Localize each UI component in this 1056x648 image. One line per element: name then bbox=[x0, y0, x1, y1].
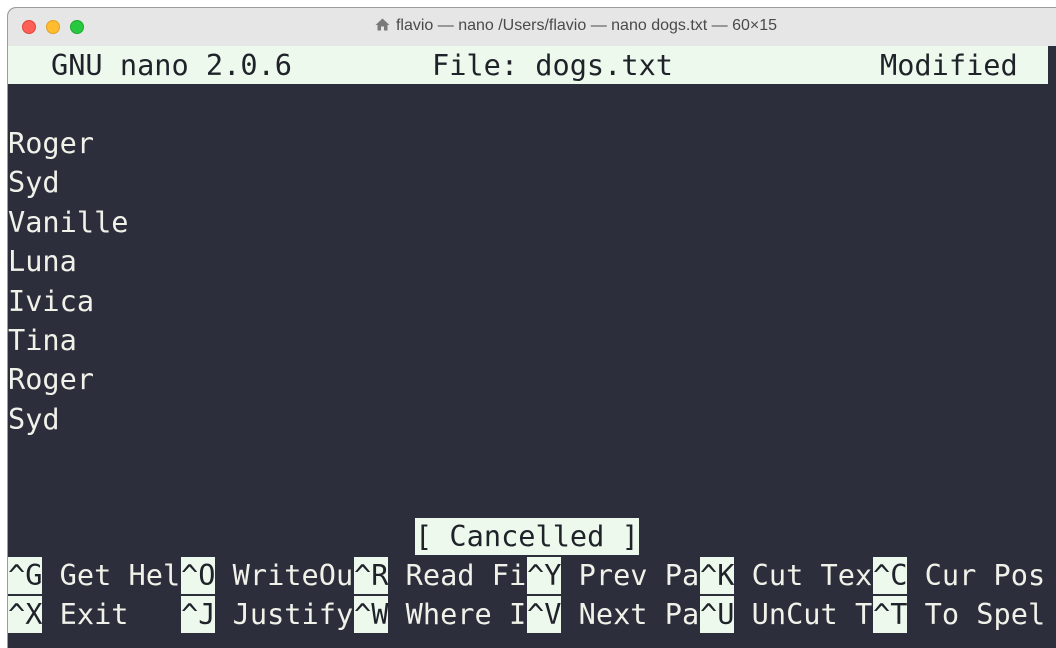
file-line[interactable]: Syd bbox=[8, 163, 60, 202]
shortcut-get-help[interactable]: ^G Get Hel bbox=[8, 556, 180, 595]
file-line[interactable]: Vanille bbox=[8, 203, 129, 242]
status-message: [ Cancelled ] bbox=[415, 518, 639, 555]
file-line[interactable]: Roger bbox=[8, 360, 94, 399]
file-name: File: dogs.txt bbox=[432, 48, 674, 82]
file-line[interactable]: Tina bbox=[8, 321, 77, 360]
shortcut-write-out[interactable]: ^O WriteOu bbox=[181, 556, 353, 595]
terminal-window: flavio — nano /Users/flavio — nano dogs.… bbox=[8, 8, 1056, 648]
file-line[interactable]: Roger bbox=[8, 124, 94, 163]
window-title-text: flavio — nano /Users/flavio — nano dogs.… bbox=[395, 17, 778, 34]
file-line[interactable]: Luna bbox=[8, 242, 77, 281]
terminal-screen[interactable]: GNU nano 2.0.6 File: dogs.txt Modified R… bbox=[8, 46, 1056, 648]
shortcut-to-spell[interactable]: ^T To Spel bbox=[873, 595, 1045, 634]
shortcut-where-is[interactable]: ^W Where I bbox=[354, 595, 526, 634]
shortcut-read-file[interactable]: ^R Read Fi bbox=[354, 556, 526, 595]
home-folder-icon bbox=[375, 18, 390, 36]
window-title: flavio — nano /Users/flavio — nano dogs.… bbox=[8, 17, 1056, 37]
shortcut-justify[interactable]: ^J Justify bbox=[181, 595, 353, 634]
shortcut-uncut-text[interactable]: ^U UnCut T bbox=[700, 595, 872, 634]
shortcut-next-page[interactable]: ^V Next Pa bbox=[527, 595, 699, 634]
shortcut-cut-text[interactable]: ^K Cut Tex bbox=[700, 556, 872, 595]
shortcut-cur-pos[interactable]: ^C Cur Pos bbox=[873, 556, 1045, 595]
shortcut-exit[interactable]: ^X Exit bbox=[8, 595, 129, 634]
file-line[interactable]: Ivica bbox=[8, 282, 94, 321]
shortcut-bar-row-2: ^X Exit ^J Justify ^W Where I ^V Next Pa… bbox=[8, 595, 1056, 634]
shortcut-prev-page[interactable]: ^Y Prev Pa bbox=[527, 556, 699, 595]
modified-status: Modified bbox=[880, 48, 1018, 82]
file-line[interactable]: Syd bbox=[8, 400, 60, 439]
shortcut-bar-row-1: ^G Get Hel ^O WriteOu ^R Read Fi ^Y Prev… bbox=[8, 556, 1056, 595]
nano-header-bar: GNU nano 2.0.6 File: dogs.txt Modified bbox=[8, 46, 1048, 84]
nano-version: GNU nano 2.0.6 bbox=[51, 48, 293, 82]
title-bar[interactable]: flavio — nano /Users/flavio — nano dogs.… bbox=[8, 8, 1056, 47]
